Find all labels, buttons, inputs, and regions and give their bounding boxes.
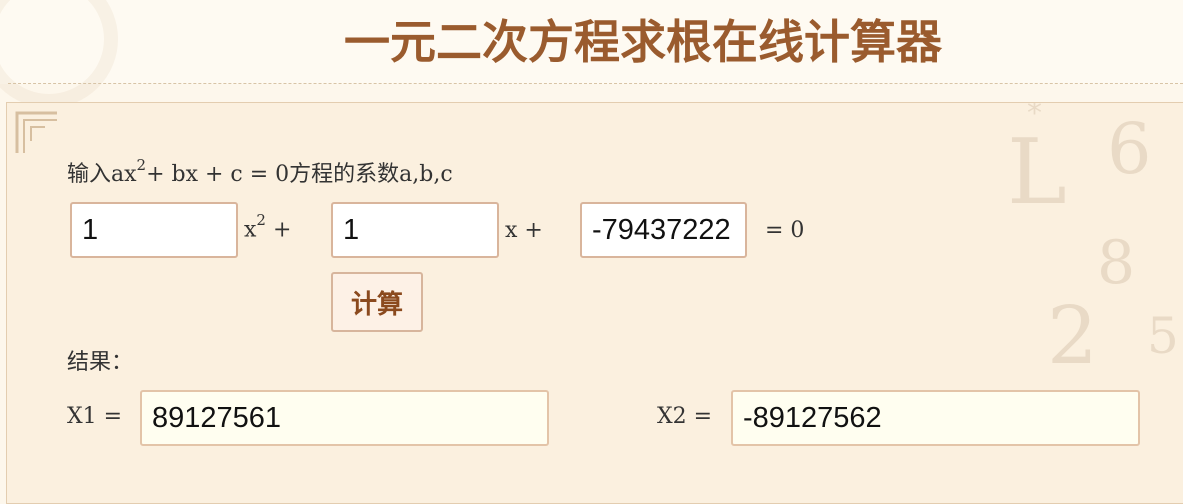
- header-divider: [8, 83, 1183, 84]
- coefficient-c-input[interactable]: [580, 202, 747, 258]
- coefficient-a-input[interactable]: [70, 202, 238, 258]
- prompt-exponent: 2: [136, 155, 147, 174]
- coefficient-b-input[interactable]: [331, 202, 499, 258]
- calculate-button[interactable]: 计算: [331, 272, 423, 332]
- result-label: 结果：: [67, 350, 134, 375]
- corner-ornament-icon: [15, 111, 57, 153]
- page-title: 一元二次方程求根在线计算器: [344, 15, 942, 69]
- x-squared-exponent: 2: [256, 211, 266, 229]
- equation-prompt: 输入ax2+ bx + c = 0方程的系数a,b,c: [67, 156, 453, 188]
- x1-result-field[interactable]: [140, 390, 549, 446]
- x-squared-plus: +: [265, 217, 292, 243]
- svg-text:8: 8: [1097, 228, 1135, 298]
- prompt-suffix: + bx + c = 0方程的系数a,b,c: [146, 162, 453, 187]
- x2-label: X2 =: [657, 404, 713, 429]
- svg-text:*: *: [1027, 102, 1042, 131]
- x-squared-term: x2 +: [244, 211, 292, 243]
- equals-zero: = 0: [765, 218, 805, 243]
- x-squared-var: x: [244, 217, 257, 243]
- x-term: x +: [505, 218, 543, 243]
- x2-result-field[interactable]: [731, 390, 1140, 446]
- svg-text:6: 6: [1107, 108, 1152, 190]
- prompt-prefix: 输入ax: [67, 162, 137, 187]
- x1-label: X1 =: [67, 404, 123, 429]
- header: 一元二次方程求根在线计算器: [0, 0, 1183, 108]
- svg-text:5: 5: [1147, 307, 1179, 365]
- math-watermark-icon: L 6 8 2 5 *: [1007, 102, 1179, 382]
- svg-text:L: L: [1007, 120, 1067, 225]
- header-decoration: [0, 0, 118, 108]
- svg-text:2: 2: [1047, 289, 1098, 382]
